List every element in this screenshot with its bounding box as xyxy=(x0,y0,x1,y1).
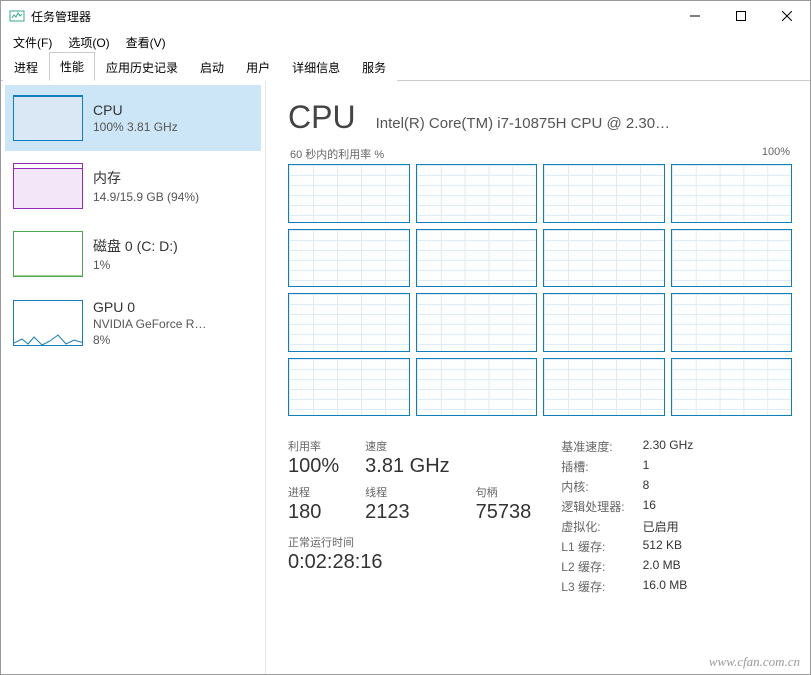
stat-threads: 线程 2123 xyxy=(365,484,449,524)
sidebar-disk-sub: 1% xyxy=(93,258,178,272)
sidebar-cpu-sub: 100% 3.81 GHz xyxy=(93,120,178,134)
cpu-model: Intel(R) Core(TM) i7-10875H CPU @ 2.30… xyxy=(376,115,792,132)
core-chart xyxy=(671,293,793,352)
watermark: www.cfan.com.cn xyxy=(709,654,800,670)
core-chart xyxy=(416,293,538,352)
info-cores: 8 xyxy=(643,478,694,495)
stat-speed: 速度 3.81 GHz xyxy=(365,438,449,478)
sidebar-disk-name: 磁盘 0 (C: D:) xyxy=(93,236,178,256)
stat-utilization: 利用率 100% xyxy=(288,438,339,478)
core-chart xyxy=(543,229,665,288)
detail-header: CPU Intel(R) Core(TM) i7-10875H CPU @ 2.… xyxy=(288,99,792,136)
info-l1: 512 KB xyxy=(643,538,694,555)
menu-bar: 文件(F) 选项(O) 查看(V) xyxy=(1,31,810,53)
window-title: 任务管理器 xyxy=(31,8,672,25)
window-controls xyxy=(672,1,810,31)
core-chart xyxy=(288,293,410,352)
memory-thumbnail-chart xyxy=(13,163,83,209)
tab-apphistory[interactable]: 应用历史记录 xyxy=(95,53,189,81)
info-l2-label: L2 缓存: xyxy=(561,558,624,575)
graph-label-left: 60 秒内的利用率 % xyxy=(290,146,384,162)
info-sockets: 1 xyxy=(643,458,694,475)
tab-services[interactable]: 服务 xyxy=(351,53,397,81)
info-l1-label: L1 缓存: xyxy=(561,538,624,555)
cpu-thumbnail-chart xyxy=(13,95,83,141)
stats-row: 利用率 100% 速度 3.81 GHz 进程 180 线程 2123 xyxy=(288,438,792,595)
info-sockets-label: 插槽: xyxy=(561,458,624,475)
sidebar-gpu-name: GPU 0 xyxy=(93,299,206,315)
stats-left-block: 利用率 100% 速度 3.81 GHz 进程 180 线程 2123 xyxy=(288,438,531,595)
core-chart xyxy=(416,164,538,223)
sidebar-item-gpu[interactable]: GPU 0 NVIDIA GeForce R… 8% xyxy=(5,289,261,357)
sidebar-item-memory[interactable]: 内存 14.9/15.9 GB (94%) xyxy=(5,153,261,219)
sidebar-item-cpu[interactable]: CPU 100% 3.81 GHz xyxy=(5,85,261,151)
gpu-thumbnail-chart xyxy=(13,300,83,346)
info-l2: 2.0 MB xyxy=(643,558,694,575)
core-chart xyxy=(543,293,665,352)
stat-processes: 进程 180 xyxy=(288,484,339,524)
core-chart xyxy=(416,358,538,417)
tab-bar: 进程 性能 应用历史记录 启动 用户 详细信息 服务 xyxy=(1,53,810,81)
sidebar-item-disk[interactable]: 磁盘 0 (C: D:) 1% xyxy=(5,221,261,287)
tab-users[interactable]: 用户 xyxy=(235,53,281,81)
graph-label-right: 100% xyxy=(762,146,790,162)
menu-options[interactable]: 选项(O) xyxy=(60,32,117,53)
core-chart xyxy=(543,358,665,417)
stat-uptime: 正常运行时间 0:02:28:16 xyxy=(288,534,531,574)
stats-right-block: 基准速度: 2.30 GHz 插槽: 1 内核: 8 逻辑处理器: 16 虚拟化: 已启用… xyxy=(561,438,693,595)
tab-processes[interactable]: 进程 xyxy=(3,53,49,81)
core-chart xyxy=(671,164,793,223)
core-chart xyxy=(671,229,793,288)
info-base: 2.30 GHz xyxy=(643,438,694,455)
maximize-button[interactable] xyxy=(718,1,764,31)
tab-details[interactable]: 详细信息 xyxy=(281,53,351,81)
info-l3-label: L3 缓存: xyxy=(561,578,624,595)
menu-view[interactable]: 查看(V) xyxy=(118,32,174,53)
sidebar-cpu-name: CPU xyxy=(93,102,178,118)
info-lp: 16 xyxy=(643,498,694,515)
stat-handles: 句柄 75738 xyxy=(476,484,532,524)
app-icon xyxy=(9,8,25,24)
sidebar-mem-sub: 14.9/15.9 GB (94%) xyxy=(93,190,199,204)
info-l3: 16.0 MB xyxy=(643,578,694,595)
tab-performance[interactable]: 性能 xyxy=(49,52,95,81)
tab-startup[interactable]: 启动 xyxy=(189,53,235,81)
detail-heading: CPU xyxy=(288,99,356,136)
disk-thumbnail-chart xyxy=(13,231,83,277)
info-cores-label: 内核: xyxy=(561,478,624,495)
core-chart xyxy=(416,229,538,288)
sidebar: CPU 100% 3.81 GHz 内存 14.9/15.9 GB (94%) … xyxy=(1,81,266,674)
core-chart xyxy=(288,229,410,288)
sidebar-mem-name: 内存 xyxy=(93,168,199,188)
sidebar-gpu-sub: NVIDIA GeForce R… xyxy=(93,317,206,331)
core-chart xyxy=(288,358,410,417)
title-bar: 任务管理器 xyxy=(1,1,810,31)
info-virt-label: 虚拟化: xyxy=(561,518,624,535)
core-chart xyxy=(543,164,665,223)
close-button[interactable] xyxy=(764,1,810,31)
core-chart xyxy=(671,358,793,417)
main-area: CPU 100% 3.81 GHz 内存 14.9/15.9 GB (94%) … xyxy=(1,81,810,674)
info-base-label: 基准速度: xyxy=(561,438,624,455)
info-virt: 已启用 xyxy=(643,518,694,535)
info-lp-label: 逻辑处理器: xyxy=(561,498,624,515)
core-chart xyxy=(288,164,410,223)
minimize-button[interactable] xyxy=(672,1,718,31)
sidebar-gpu-sub2: 8% xyxy=(93,333,206,347)
menu-file[interactable]: 文件(F) xyxy=(5,32,60,53)
logical-processor-grid[interactable] xyxy=(288,164,792,416)
graph-labels: 60 秒内的利用率 % 100% xyxy=(288,146,792,162)
detail-panel: CPU Intel(R) Core(TM) i7-10875H CPU @ 2.… xyxy=(266,81,810,674)
